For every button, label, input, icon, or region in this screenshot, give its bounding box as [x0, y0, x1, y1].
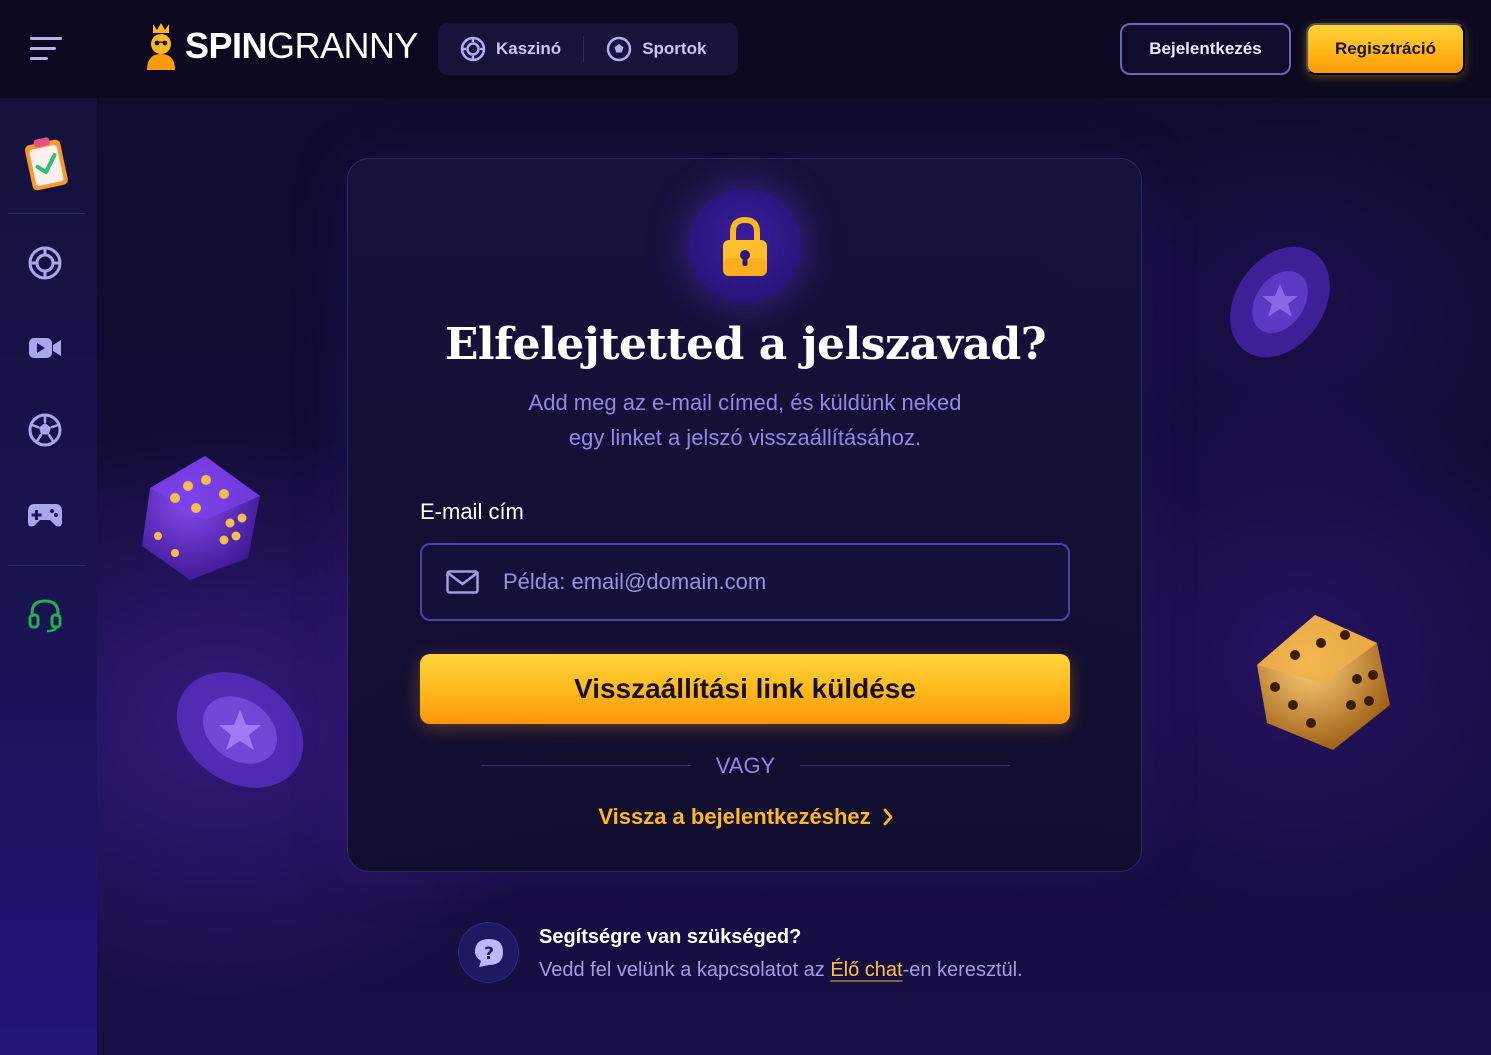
help-text: Vedd fel velünk a kapcsolatot az Élő cha… [539, 959, 1023, 982]
subtitle-line-1: Add meg az e-mail címed, és küldünk neke… [528, 390, 962, 415]
chevron-right-icon [883, 808, 893, 826]
or-separator: VAGY [715, 753, 776, 778]
sidebar-item-games[interactable] [24, 493, 66, 535]
video-camera-icon [29, 338, 61, 358]
page-subtitle: Add meg az e-mail címed, és küldünk neke… [495, 385, 995, 455]
gold-dice-decoration [1257, 615, 1390, 750]
nav-casino[interactable]: Kaszinó [438, 23, 583, 75]
sidebar [0, 98, 97, 1055]
sidebar-item-live-casino[interactable] [24, 327, 66, 369]
help-badge: ? [459, 923, 518, 982]
divider-right [800, 765, 1010, 766]
forgot-password-card: Elfelejtetted a jelszavad? Add meg az e-… [347, 158, 1142, 872]
sidebar-item-sports[interactable] [24, 409, 66, 451]
email-label: E-mail cím [420, 499, 524, 524]
sidebar-item-support[interactable] [24, 594, 66, 636]
casino-chip-icon [28, 246, 62, 280]
soccer-ball-icon [606, 36, 632, 62]
clipboard-check-icon [24, 137, 68, 191]
sidebar-item-tasks[interactable] [22, 134, 70, 192]
svg-text:?: ? [484, 944, 494, 964]
casino-chip-icon [460, 36, 486, 62]
nav-casino-label: Kaszinó [496, 39, 562, 58]
nav-sports[interactable]: Sportok [584, 23, 728, 75]
purple-chip-decoration-top [1230, 246, 1330, 358]
nav-sports-label: Sportok [642, 39, 707, 58]
envelope-icon [446, 570, 479, 594]
send-reset-link-button[interactable]: Visszaállítási link küldése [420, 654, 1070, 724]
granny-mascot-icon [147, 23, 175, 70]
main-nav: Kaszinó Sportok [438, 23, 738, 75]
purple-chip-decoration [176, 672, 304, 788]
sidebar-item-casino[interactable] [24, 242, 66, 284]
top-bar: SPINGRANNY Kaszinó Sportok Bejelentkezés… [0, 0, 1491, 98]
purple-dice-decoration [142, 456, 260, 580]
back-to-login-link[interactable]: Vissza a bejelentkezéshez [348, 804, 1143, 830]
email-field[interactable] [420, 543, 1070, 621]
lock-badge [688, 189, 802, 303]
logo[interactable]: SPINGRANNY [143, 20, 419, 72]
question-bubble-icon: ? [474, 938, 503, 967]
soccer-ball-icon [28, 413, 62, 447]
email-input[interactable] [503, 569, 1043, 595]
sidebar-divider [8, 565, 85, 566]
back-to-login-label: Vissza a bejelentkezéshez [598, 804, 871, 829]
padlock-icon [723, 216, 767, 276]
help-title: Segítségre van szükséged? [539, 926, 802, 948]
gamepad-icon [28, 504, 62, 527]
help-text-after: -en keresztül. [902, 959, 1023, 981]
live-chat-link[interactable]: Élő chat [830, 959, 902, 981]
headset-icon [28, 599, 62, 633]
menu-toggle-icon[interactable] [30, 37, 62, 61]
page-title: Elfelejtetted a jelszavad? [444, 319, 1047, 370]
sidebar-divider [8, 213, 85, 214]
subtitle-line-2: egy linket a jelszó visszaállításához. [568, 425, 922, 450]
logo-text: SPINGRANNY [185, 25, 419, 66]
help-text-before: Vedd fel velünk a kapcsolatot az [539, 959, 831, 981]
register-button[interactable]: Regisztráció [1306, 23, 1465, 75]
login-button[interactable]: Bejelentkezés [1120, 23, 1291, 75]
